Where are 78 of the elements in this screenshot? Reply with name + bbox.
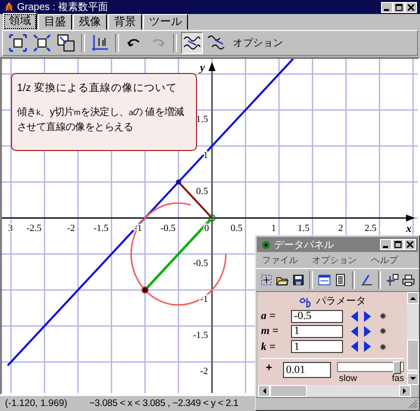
axis-label: x	[406, 222, 412, 235]
tab[interactable]: 目盛	[38, 14, 72, 30]
resize-icon	[57, 34, 75, 52]
tick-label: -0.5	[160, 224, 176, 234]
shrink-icon	[33, 34, 51, 52]
tab[interactable]: 領域	[3, 13, 37, 30]
note-title: 1/z 変換による直線の像について	[17, 80, 178, 95]
speed-slider[interactable]	[337, 362, 404, 372]
tick-label: 1	[203, 150, 208, 161]
vertical-scrollbar[interactable]	[407, 292, 419, 385]
close-button[interactable]	[405, 2, 417, 12]
axis-label: y	[200, 62, 205, 74]
tick-label: 0	[204, 224, 209, 234]
tick-label: 1.5	[196, 114, 208, 125]
maximize-button[interactable]	[393, 2, 405, 12]
printer-icon[interactable]	[402, 272, 416, 288]
tick-label: 2	[338, 224, 343, 234]
tab[interactable]: ツール	[143, 14, 188, 30]
asterisk-icon[interactable]	[379, 327, 387, 336]
point	[208, 214, 216, 222]
tick-label: 0.5	[196, 186, 208, 197]
value-field[interactable]: -0.5	[291, 310, 343, 323]
slow-label: slow	[339, 372, 358, 383]
window-title: Grapes : 複素数平面	[17, 0, 110, 14]
tick-label: -1	[200, 294, 208, 305]
step-arrows-icon[interactable]	[349, 340, 373, 354]
parameter-label: a =	[261, 310, 277, 322]
wave-icon	[207, 34, 225, 52]
cursor-coordinates: (-1.120, 1.969)	[5, 398, 68, 410]
resize-grip-icon[interactable]	[408, 399, 418, 409]
fast-label: fas	[392, 372, 404, 383]
parameter-label: m =	[261, 325, 280, 338]
maximize-button[interactable]	[392, 239, 404, 250]
toolbar-button[interactable]	[181, 32, 203, 54]
tick-label: 0.5	[230, 224, 242, 234]
minimize-button[interactable]	[381, 2, 393, 12]
slider-thumb[interactable]	[393, 360, 402, 374]
step-arrows-icon[interactable]	[349, 324, 373, 338]
fit-icon	[9, 34, 27, 52]
toolbar-button[interactable]	[55, 32, 77, 54]
toolbar-button[interactable]	[7, 32, 29, 54]
value-field[interactable]: 1	[291, 340, 343, 354]
panel-title: データパネル	[274, 238, 335, 252]
asterisk-icon[interactable]	[379, 312, 387, 320]
tick-label: -1.5	[93, 224, 108, 234]
value-field[interactable]: 1	[291, 324, 343, 338]
parameter-label: k =	[261, 340, 277, 353]
app-icon	[4, 2, 14, 12]
tick-label: -1.5	[192, 330, 208, 341]
tick-label: 3	[8, 224, 13, 234]
step-arrows-icon[interactable]	[349, 310, 373, 323]
wave-icon	[183, 34, 201, 52]
plus-label: +	[264, 362, 274, 374]
horizontal-scrollbar[interactable]	[258, 385, 411, 397]
options-button[interactable]: オプション	[233, 36, 283, 50]
asterisk-icon[interactable]	[379, 342, 387, 351]
tick-label: -0.5	[192, 258, 208, 269]
tick-label: 1	[271, 224, 276, 234]
tick-label: -2	[200, 366, 208, 377]
point	[176, 179, 181, 184]
window-icon[interactable]	[318, 272, 331, 288]
section-title: パラメータ	[316, 295, 366, 308]
tab[interactable]: 残像	[73, 14, 107, 30]
tick-label: 2.5	[364, 224, 376, 234]
view-range: −3.085 < x < 3.085 , −2.349 < y < 2.1	[89, 398, 238, 410]
tick-label: -2.5	[26, 224, 42, 234]
step-field[interactable]: 0.01	[283, 362, 331, 378]
toolbar-button[interactable]	[31, 32, 53, 54]
pen-icon[interactable]	[360, 272, 373, 288]
tick-label: 1.5	[298, 224, 310, 234]
minimize-button[interactable]	[380, 239, 392, 250]
tick-label: -2	[67, 224, 75, 234]
menu-item[interactable]: ファイル	[262, 254, 298, 267]
document-icon[interactable]	[334, 272, 346, 288]
close-button[interactable]	[404, 239, 416, 250]
menu-item[interactable]: オプション	[312, 254, 357, 267]
menu-item[interactable]: ヘルプ	[371, 254, 398, 267]
tab[interactable]: 背景	[108, 14, 142, 30]
